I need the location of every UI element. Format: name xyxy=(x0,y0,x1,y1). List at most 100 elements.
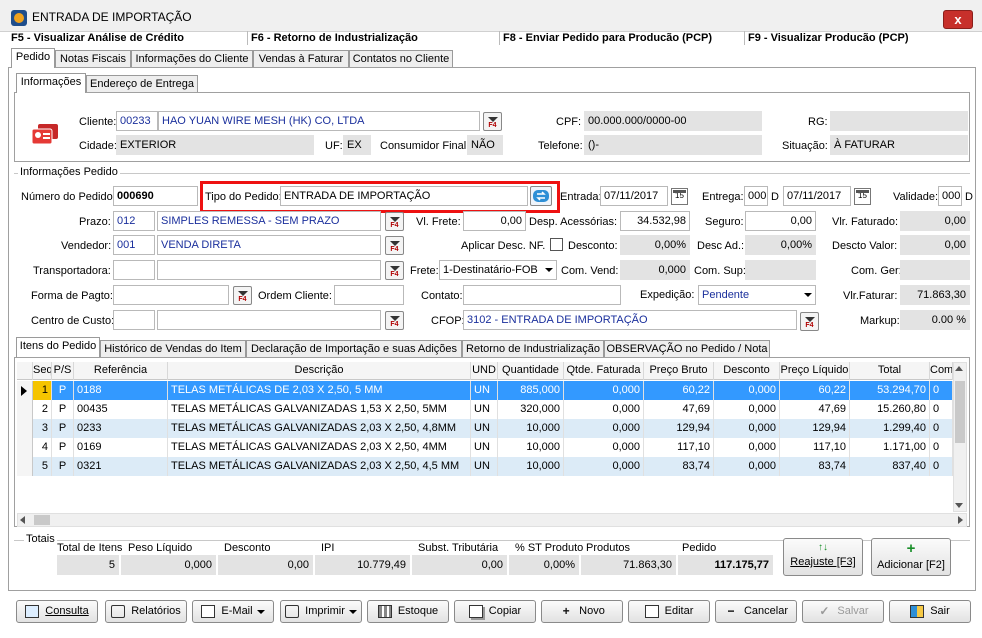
tab-vendas-faturar[interactable]: Vendas à Faturar xyxy=(253,50,349,68)
cfop-field[interactable]: 3102 - ENTRADA DE IMPORTAÇÃO xyxy=(463,310,797,330)
cell-referencia[interactable]: 0321 xyxy=(74,457,168,476)
table-row[interactable]: 4 P 0169 TELAS METÁLICAS GALVANIZADAS 2,03 … xyxy=(17,438,953,457)
tab-pedido[interactable]: Pedido xyxy=(11,48,55,68)
consulta-button[interactable]: Consulta xyxy=(16,600,98,623)
table-row[interactable]: 5 P 0321 TELAS METÁLICAS GALVANIZADAS 2,03 … xyxy=(17,457,953,476)
cell-referencia[interactable]: 0233 xyxy=(74,419,168,438)
adicionar-button[interactable]: + Adicionar [F2] xyxy=(871,538,951,576)
scroll-up-icon[interactable] xyxy=(955,366,963,371)
prazo-name-field[interactable]: SIMPLES REMESSA - SEM PRAZO xyxy=(157,211,381,231)
email-button[interactable]: E-Mail xyxy=(192,600,274,623)
cell-referencia[interactable]: 00435 xyxy=(74,400,168,419)
fkey-view-production[interactable]: F9 - Visualizar Producão (PCP) xyxy=(744,31,980,45)
cancelar-button[interactable]: − Cancelar xyxy=(715,600,797,623)
cell-ps[interactable]: P xyxy=(52,438,74,457)
cell-com[interactable]: 0 xyxy=(930,419,953,438)
col-quantidade[interactable]: Quantidade xyxy=(498,362,564,380)
cliente-code-field[interactable]: 00233 xyxy=(116,111,158,131)
numero-pedido-field[interactable]: 000690 xyxy=(113,186,198,206)
col-total[interactable]: Total xyxy=(850,362,930,380)
entrega-date-field[interactable]: 07/11/2017 xyxy=(783,186,851,206)
centro-custo-code-field[interactable] xyxy=(113,310,155,330)
cell-desconto[interactable]: 0,000 xyxy=(714,400,780,419)
cell-quantidade[interactable]: 10,000 xyxy=(498,419,564,438)
cell-desconto[interactable]: 0,000 xyxy=(714,438,780,457)
frete-select[interactable]: 1-Destinatário-FOB xyxy=(439,260,557,280)
col-seq[interactable]: Seq xyxy=(33,362,52,380)
cell-seq[interactable]: 5 xyxy=(33,457,52,476)
col-com[interactable]: Com xyxy=(930,362,953,380)
email-chevron-down-icon[interactable] xyxy=(256,610,265,614)
entrega-days-field[interactable]: 000 xyxy=(744,186,768,206)
tab-itens-pedido[interactable]: Itens do Pedido xyxy=(16,337,100,357)
horizontal-scroll-thumb[interactable] xyxy=(34,515,50,525)
cfop-f4-icon[interactable]: F4 xyxy=(800,312,819,331)
forma-pagto-f4-icon[interactable]: F4 xyxy=(233,286,252,305)
col-und[interactable]: UND xyxy=(471,362,498,380)
tab-retorno-industrializacao[interactable]: Retorno de Industrialização xyxy=(462,340,604,358)
novo-button[interactable]: + Novo xyxy=(541,600,623,623)
cell-com[interactable]: 0 xyxy=(930,381,953,400)
cell-preco-bruto[interactable]: 129,94 xyxy=(644,419,714,438)
row-indicator[interactable] xyxy=(17,438,33,457)
cell-descricao[interactable]: TELAS METÁLICAS GALVANIZADAS 2,03 X 2,50… xyxy=(168,419,471,438)
fkey-credit-analysis[interactable]: F5 - Visualizar Análise de Crédito xyxy=(8,31,184,45)
cell-preco-liquido[interactable]: 60,22 xyxy=(780,381,850,400)
col-referencia[interactable]: Referência xyxy=(74,362,168,380)
fkey-send-to-pcp[interactable]: F8 - Enviar Pedido para Producão (PCP) xyxy=(499,31,743,45)
cell-preco-bruto[interactable]: 60,22 xyxy=(644,381,714,400)
cell-preco-liquido[interactable]: 83,74 xyxy=(780,457,850,476)
expedicao-select[interactable]: Pendente xyxy=(698,285,816,305)
table-row[interactable]: 3 P 0233 TELAS METÁLICAS GALVANIZADAS 2,03 … xyxy=(17,419,953,438)
cell-referencia[interactable]: 0188 xyxy=(74,381,168,400)
scroll-down-icon[interactable] xyxy=(955,503,963,508)
cell-quantidade[interactable]: 10,000 xyxy=(498,457,564,476)
transportadora-code-field[interactable] xyxy=(113,260,155,280)
prazo-code-field[interactable]: 012 xyxy=(113,211,155,231)
cell-ps[interactable]: P xyxy=(52,381,74,400)
tab-contatos-cliente[interactable]: Contatos no Cliente xyxy=(349,50,453,68)
cell-com[interactable]: 0 xyxy=(930,400,953,419)
cell-qtde-faturada[interactable]: 0,000 xyxy=(564,457,644,476)
editar-button[interactable]: Editar xyxy=(628,600,710,623)
salvar-button[interactable]: ✓ Salvar xyxy=(802,600,884,623)
cell-und[interactable]: UN xyxy=(471,400,498,419)
tab-historico-vendas[interactable]: Histórico de Vendas do Item xyxy=(100,340,246,358)
cell-total[interactable]: 1.171,00 xyxy=(850,438,930,457)
col-desconto[interactable]: Desconto xyxy=(714,362,780,380)
cell-ps[interactable]: P xyxy=(52,400,74,419)
cell-seq[interactable]: 4 xyxy=(33,438,52,457)
frete-chevron-down-icon[interactable] xyxy=(543,264,555,276)
close-button[interactable]: x xyxy=(943,10,973,29)
imprimir-button[interactable]: Imprimir xyxy=(280,600,362,623)
desp-acessorias-field[interactable]: 34.532,98 xyxy=(620,211,690,231)
col-preco-bruto[interactable]: Preço Bruto xyxy=(644,362,714,380)
vendedor-f4-icon[interactable]: F4 xyxy=(385,236,404,255)
cell-preco-bruto[interactable]: 117,10 xyxy=(644,438,714,457)
centro-custo-name-field[interactable] xyxy=(157,310,381,330)
sair-button[interactable]: Sair xyxy=(889,600,971,623)
table-row[interactable]: 2 P 00435 TELAS METÁLICAS GALVANIZADAS 1,53… xyxy=(17,400,953,419)
reajuste-button[interactable]: ↑↓ Reajuste [F3] xyxy=(783,538,863,576)
cell-desconto[interactable]: 0,000 xyxy=(714,381,780,400)
entrada-calendar-icon[interactable]: 15 xyxy=(671,188,688,205)
cell-qtde-faturada[interactable]: 0,000 xyxy=(564,438,644,457)
vertical-scroll-thumb[interactable] xyxy=(955,381,965,443)
row-indicator[interactable] xyxy=(17,419,33,438)
vendedor-code-field[interactable]: 001 xyxy=(113,235,155,255)
f4-lookup-icon[interactable]: F4 xyxy=(483,112,502,131)
row-indicator[interactable] xyxy=(17,400,33,419)
entrada-date-field[interactable]: 07/11/2017 xyxy=(600,186,668,206)
prazo-f4-icon[interactable]: F4 xyxy=(385,212,404,231)
transportadora-f4-icon[interactable]: F4 xyxy=(385,261,404,280)
cell-quantidade[interactable]: 885,000 xyxy=(498,381,564,400)
cell-preco-bruto[interactable]: 47,69 xyxy=(644,400,714,419)
relatorios-button[interactable]: Relatórios xyxy=(105,600,187,623)
cell-und[interactable]: UN xyxy=(471,381,498,400)
cell-seq[interactable]: 1 xyxy=(33,381,52,400)
ordem-cliente-field[interactable] xyxy=(334,285,404,305)
col-descricao[interactable]: Descrição xyxy=(168,362,471,380)
cell-total[interactable]: 15.260,80 xyxy=(850,400,930,419)
transportadora-name-field[interactable] xyxy=(157,260,381,280)
row-indicator[interactable] xyxy=(17,381,33,400)
